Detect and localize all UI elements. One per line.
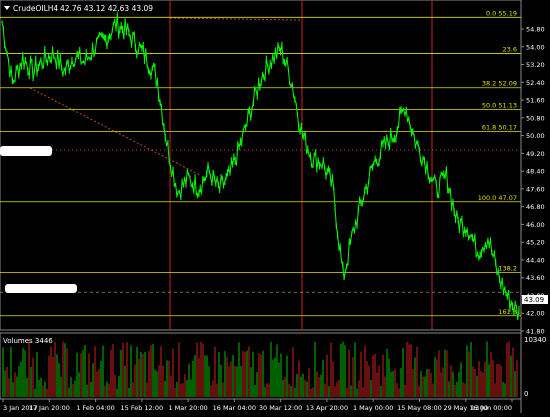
- fib-level-label: 138.2: [498, 265, 517, 273]
- time-tick-label: 15 May 08:00: [397, 404, 442, 412]
- price-tick-label: 42.00: [526, 310, 545, 318]
- price-tick-label: 45.20: [526, 239, 545, 247]
- time-tick-label: 1 Mar 20:00: [168, 404, 207, 412]
- time-tick-label: 16 Mar 04:00: [213, 404, 256, 412]
- price-tick-label: 54.80: [526, 26, 545, 34]
- chart-canvas[interactable]: 0.0 55.19 23.6 38.2 52.09 50.0 51.13 61.8 50…: [0, 0, 550, 413]
- symbol-label[interactable]: CrudeOILH4: [13, 4, 58, 13]
- time-tick-label: 17 Jan 20:00: [29, 404, 70, 412]
- price-tick-label: 53.20: [526, 61, 545, 69]
- time-tick-label: 13 Jun 00:00: [471, 404, 512, 412]
- price-tick-label: 43.60: [526, 274, 545, 282]
- price-chart[interactable]: 0.0 55.19 23.6 38.2 52.09 50.0 51.13 61.8 50…: [0, 0, 550, 413]
- volume-label: Volumes 3446: [3, 337, 53, 345]
- dropdown-arrow-icon[interactable]: [4, 6, 10, 10]
- price-line: [1, 15, 520, 319]
- time-tick-label: 1 Feb 04:00: [76, 404, 115, 412]
- trend-lines: [0, 17, 521, 176]
- vertical-markers: [169, 0, 433, 330]
- volume-bars: [2, 341, 518, 397]
- price-tick-label: 54.00: [526, 43, 545, 51]
- ohlc-values: 42.76 43.12 42.63 43.09: [60, 4, 153, 13]
- fib-level-label: 23.6: [503, 45, 517, 53]
- price-axis-ticks: 54.80 54.00 53.20 52.40 51.60 50.80 50.00 49.20…: [521, 26, 545, 336]
- price-tick-label: 44.40: [526, 256, 545, 264]
- time-tick-label: 1 May 00:00: [353, 404, 393, 412]
- main-panel-border: [0, 0, 522, 331]
- time-tick-label: 30 Mar 12:00: [259, 404, 302, 412]
- fib-level-label: 0.0 55.19: [486, 9, 517, 17]
- time-axis-ticks: 3 Jan 201717 Jan 20:00 1 Feb 04:00 15 Feb …: [2, 399, 513, 412]
- fib-level-label: 50.0 51.13: [482, 102, 517, 110]
- time-tick-label: 15 Feb 12:00: [120, 404, 163, 412]
- time-tick-label: 13 Apr 20:00: [306, 404, 348, 412]
- price-tick-label: 48.40: [526, 168, 545, 176]
- volume-zero-label: 0: [524, 390, 528, 398]
- trend-line-top: [169, 17, 301, 21]
- price-tick-label: 52.40: [526, 79, 545, 87]
- fib-level-label: 100.0 47.07: [478, 194, 517, 202]
- price-tick-label: 51.60: [526, 97, 545, 105]
- price-tick-label: 46.80: [526, 203, 545, 211]
- fib-level-label: 38.2 52.09: [482, 80, 517, 88]
- redaction-box: [0, 146, 52, 156]
- price-tick-label: 50.80: [526, 114, 545, 122]
- redaction-box: [5, 284, 77, 293]
- price-tick-label: 47.60: [526, 185, 545, 193]
- price-tick-label: 46.00: [526, 221, 545, 229]
- volume-max-label: 10340: [524, 336, 546, 344]
- price-series: [1, 12, 520, 321]
- price-tick-label: 49.20: [526, 150, 545, 158]
- current-price-label: 43.09: [524, 296, 544, 304]
- price-tick-label: 41.80: [526, 328, 545, 336]
- price-tick-label: 50.00: [526, 132, 545, 140]
- fib-level-label: 61.8 50.17: [482, 123, 517, 131]
